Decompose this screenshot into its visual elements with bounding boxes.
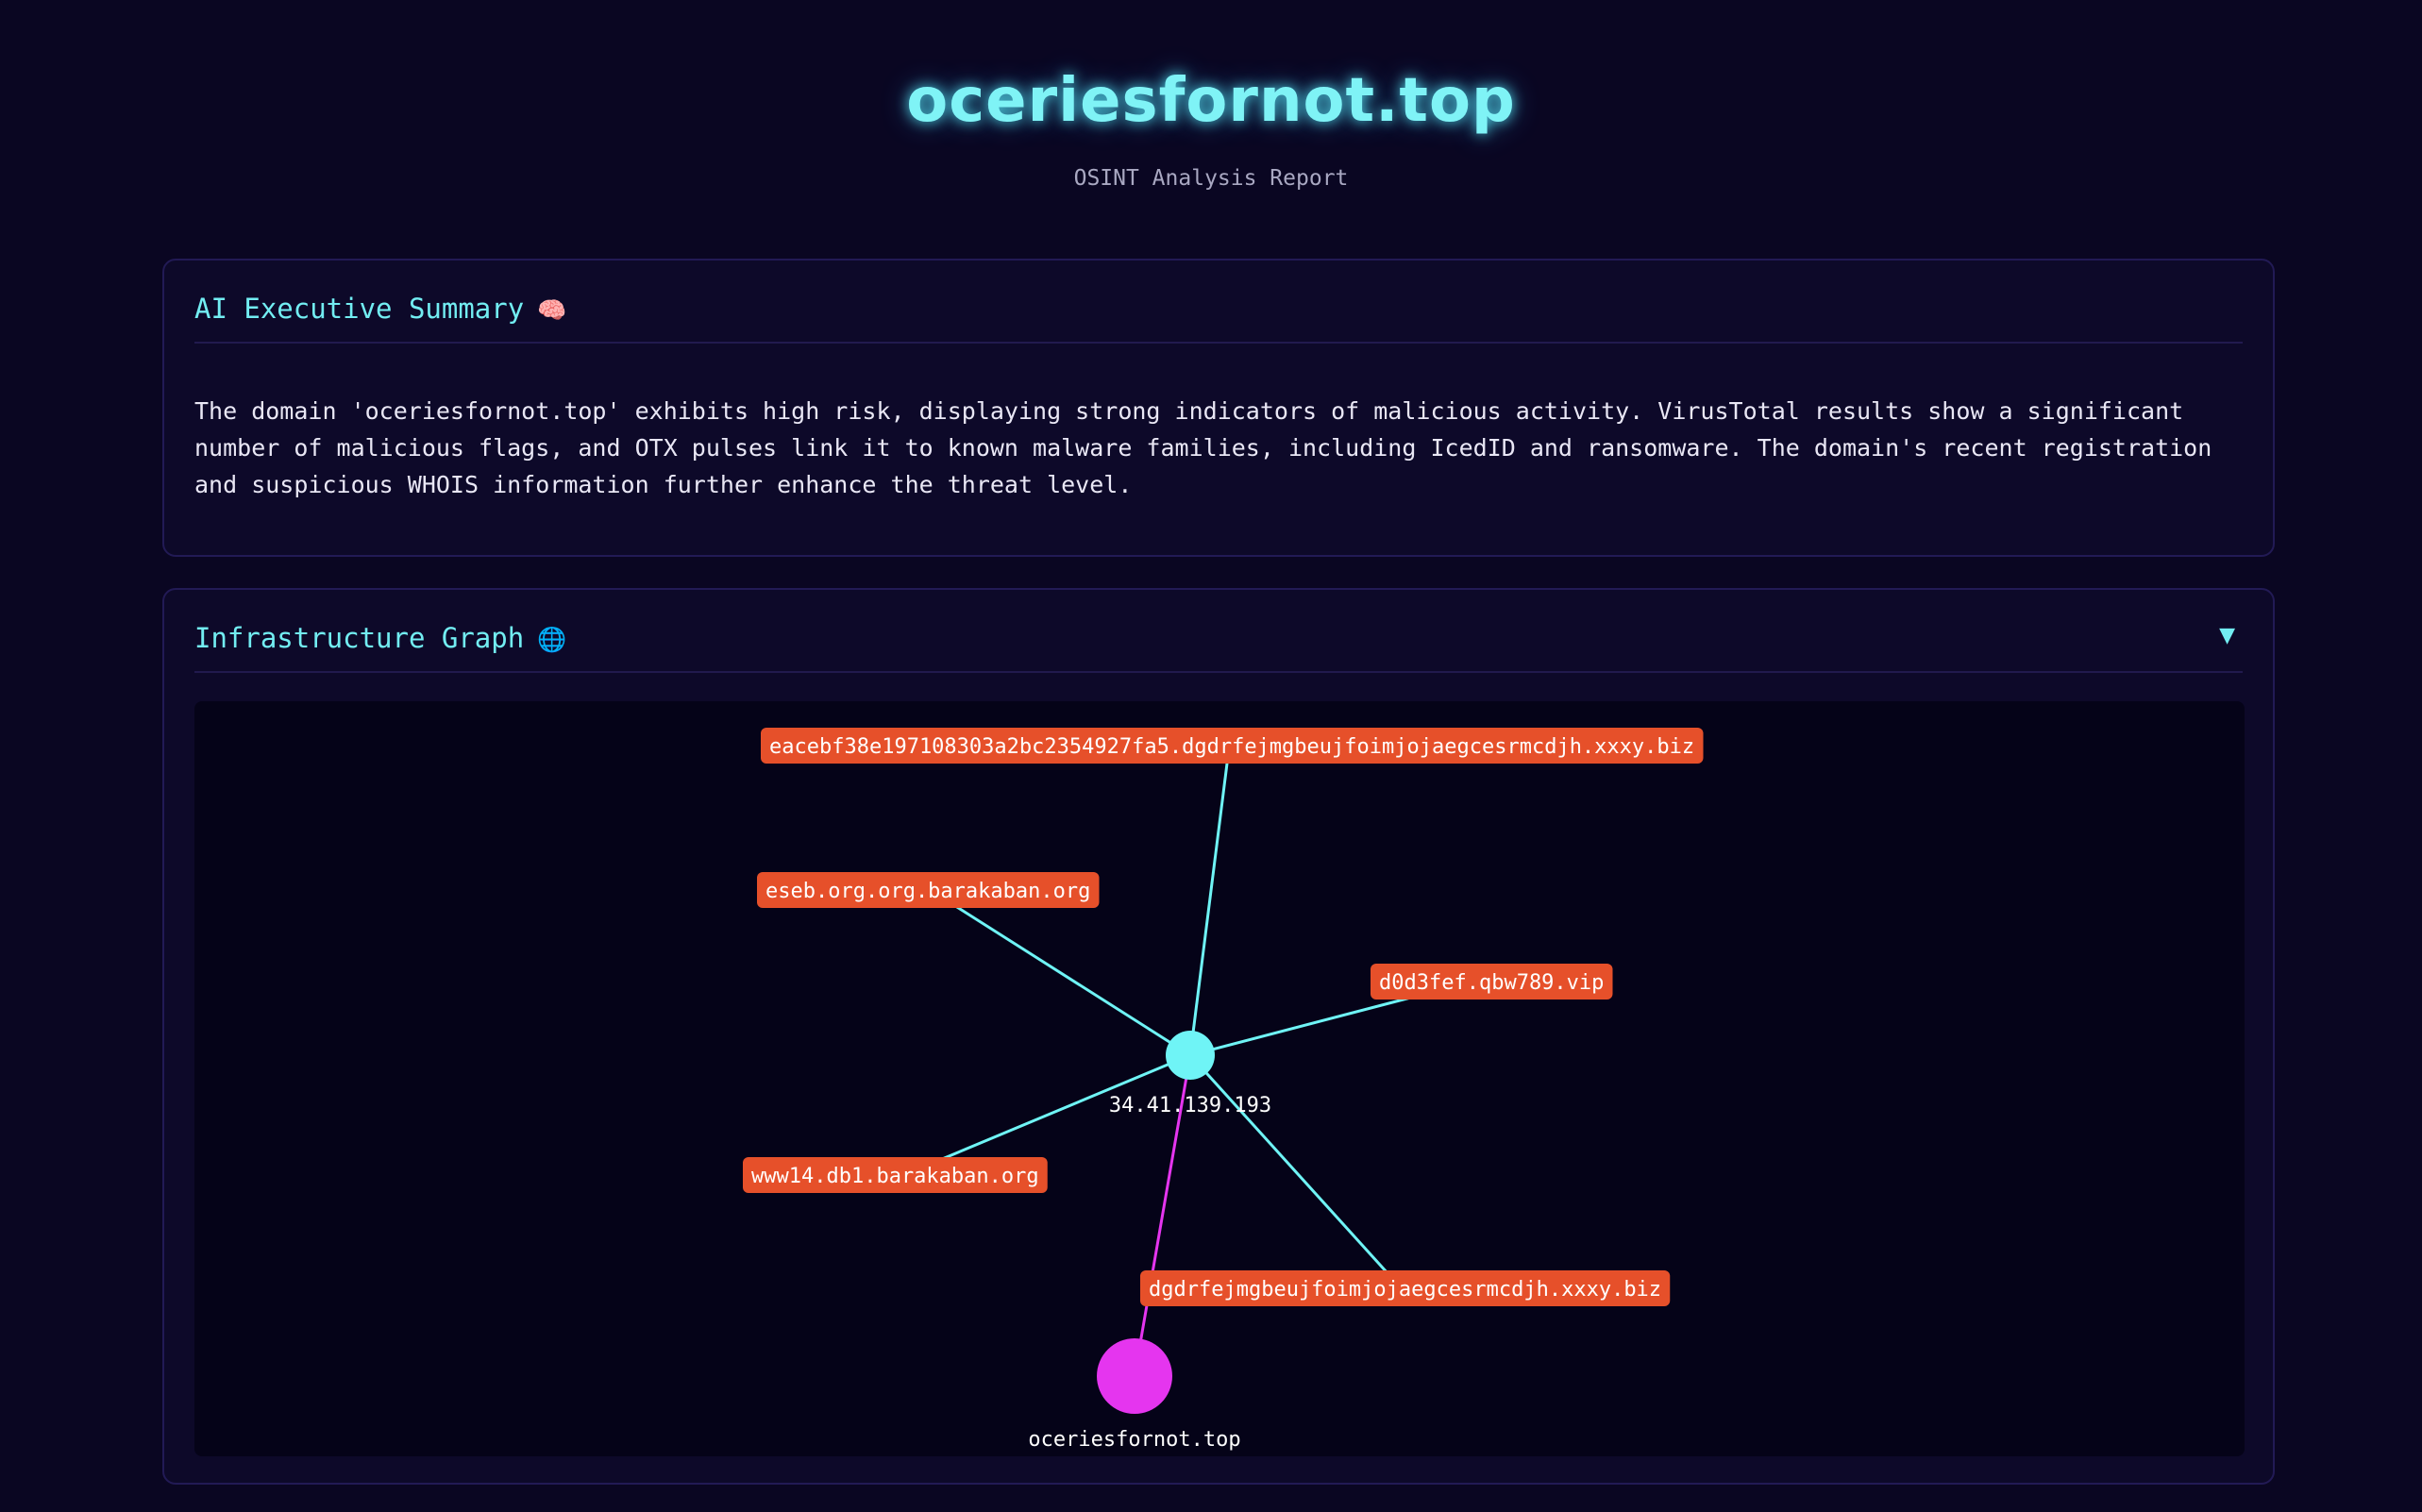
graph-edge-ip-subdomain (1188, 1053, 1390, 1276)
subdomain-node[interactable]: eacebf38e197108303a2bc2354927fa5.dgdrfej… (761, 728, 1704, 764)
page-subtitle: OSINT Analysis Report (1073, 166, 1349, 191)
summary-card-title: AI Executive Summary 🧠 (194, 293, 566, 325)
domain-node-label: oceriesfornot.top (1028, 1428, 1240, 1452)
ip-node[interactable] (1166, 1031, 1215, 1080)
graph-title-text: Infrastructure Graph (194, 622, 525, 654)
graph-edge-ip-subdomain (1188, 755, 1230, 1056)
infrastructure-graph-card: Infrastructure Graph 🌐 ▼ eacebf38e1971083… (162, 588, 2275, 1485)
subdomain-node-label: d0d3fef.qbw789.vip (1379, 971, 1604, 995)
collapse-toggle-icon[interactable]: ▼ (2219, 624, 2235, 647)
ip-node-label: 34.41.139.193 (1109, 1094, 1271, 1117)
graph-canvas[interactable]: eacebf38e197108303a2bc2354927fa5.dgdrfej… (194, 701, 2245, 1456)
graph-edge-ip-subdomain (1189, 993, 1422, 1057)
subdomain-node-label: eacebf38e197108303a2bc2354927fa5.dgdrfej… (769, 735, 1694, 759)
graph-svg: eacebf38e197108303a2bc2354927fa5.dgdrfej… (743, 728, 1704, 1452)
brain-icon: 🧠 (537, 296, 567, 324)
subdomain-node-label: dgdrfejmgbeujfoimjojaegcesrmcdjh.xxxy.bi… (1149, 1278, 1661, 1302)
summary-title-text: AI Executive Summary (194, 293, 525, 325)
subdomain-node[interactable]: dgdrfejmgbeujfoimjojaegcesrmcdjh.xxxy.bi… (1140, 1270, 1671, 1306)
domain-node[interactable] (1097, 1338, 1172, 1414)
graph-card-title: Infrastructure Graph 🌐 (194, 622, 566, 654)
subdomain-node-label: eseb.org.org.barakaban.org (765, 880, 1090, 903)
graph-card-header: Infrastructure Graph 🌐 ▼ (194, 618, 2243, 673)
globe-icon: 🌐 (537, 626, 567, 653)
subdomain-node[interactable]: www14.db1.barakaban.org (743, 1157, 1048, 1193)
subdomain-node[interactable]: d0d3fef.qbw789.vip (1371, 964, 1613, 1000)
page-title: oceriesfornot.top (906, 66, 1516, 136)
executive-summary-card: AI Executive Summary 🧠 The domain 'ocerie… (162, 259, 2275, 557)
graph-edge-ip-subdomain (949, 900, 1191, 1057)
subdomain-node-label: www14.db1.barakaban.org (751, 1165, 1039, 1188)
subdomain-node[interactable]: eseb.org.org.barakaban.org (757, 872, 1100, 908)
summary-text: The domain 'oceriesfornot.top' exhibits … (194, 397, 2212, 498)
summary-card-header: AI Executive Summary 🧠 (194, 289, 2243, 344)
